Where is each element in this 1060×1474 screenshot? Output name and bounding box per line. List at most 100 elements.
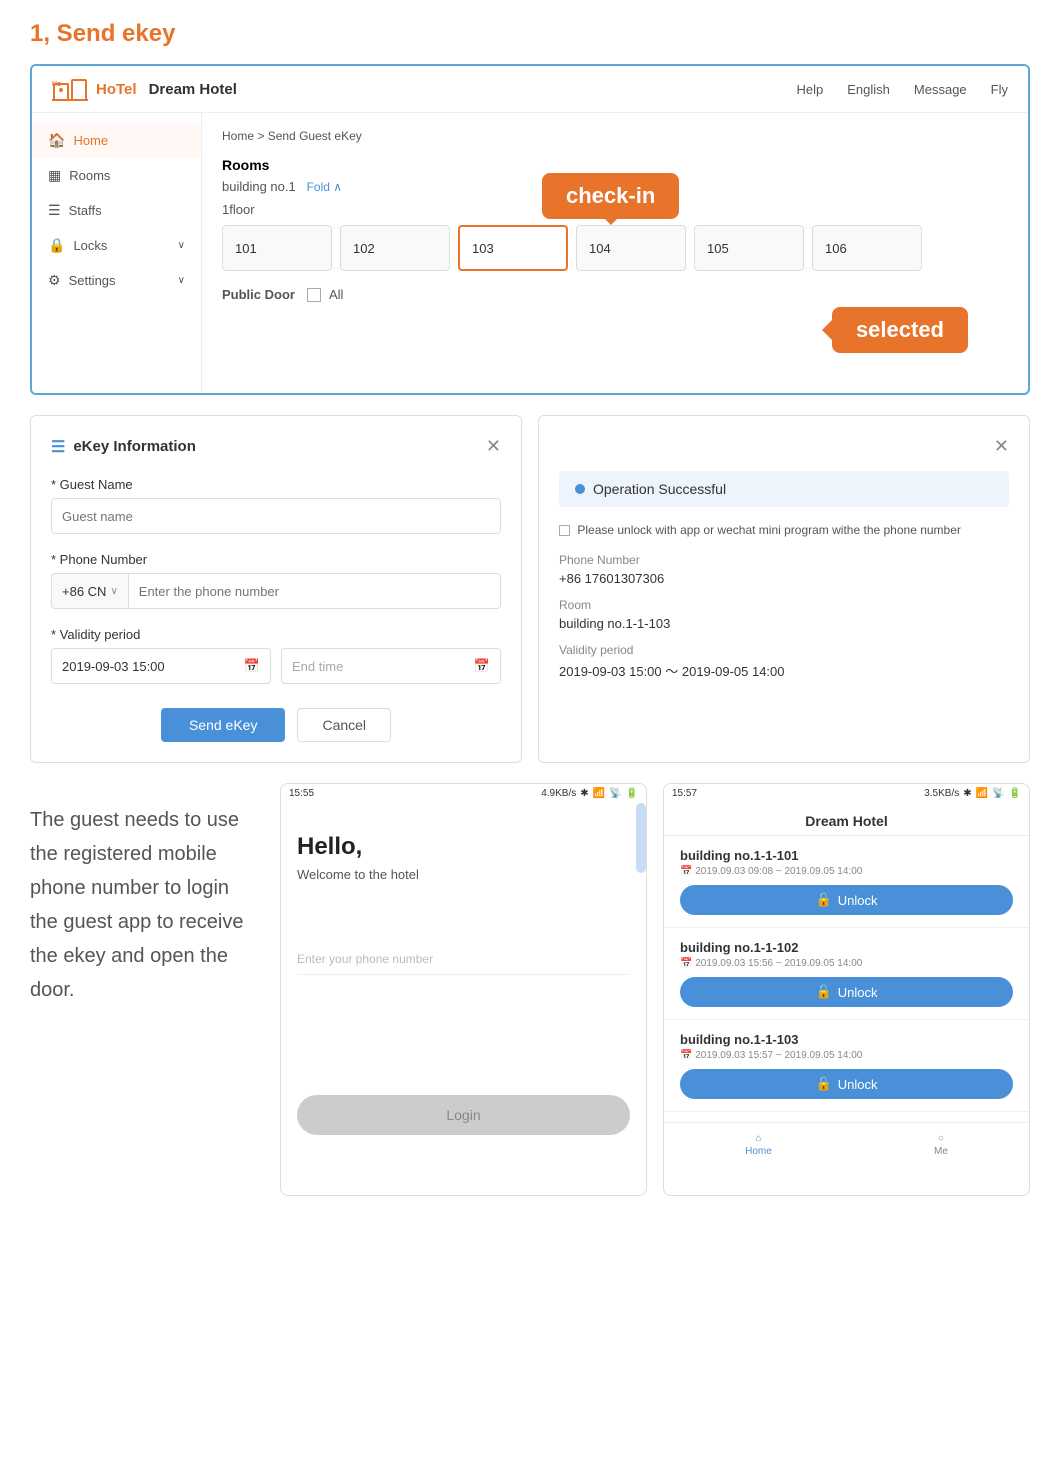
sidebar-item-home[interactable]: 🏠 Home	[32, 123, 201, 158]
public-door-row: Public Door All	[222, 287, 1008, 302]
sidebar-item-locks[interactable]: 🔒 Locks ∨	[32, 228, 201, 263]
hotel-header-nav: Help English Message Fly	[797, 82, 1008, 97]
bluetooth-icon: ✱	[580, 788, 588, 799]
hotel-status-bar: 15:57 3.5KB/s ✱ 📶 📡 🔋	[664, 784, 1029, 803]
staffs-icon: ☰	[48, 202, 61, 219]
sidebar-label-home: Home	[73, 133, 108, 148]
nav-message[interactable]: Message	[914, 82, 967, 97]
page-title: 1, Send ekey	[30, 20, 1030, 48]
end-date-input[interactable]: End time 📅	[281, 648, 501, 684]
hotel-name: Dream Hotel	[149, 81, 237, 98]
nav-fly[interactable]: Fly	[991, 82, 1008, 97]
success-validity-value: 2019-09-03 15:00 ～ 2019-09-05 14:00	[559, 661, 1009, 680]
hotel-status-time: 15:57	[672, 788, 697, 799]
ekey-panel: ☰ eKey Information ✕ * Guest Name * Phon…	[30, 415, 522, 763]
success-room-label: Room	[559, 598, 1009, 612]
success-room-field: Room building no.1-1-103	[559, 598, 1009, 631]
hotel-body: 🏠 Home ▦ Rooms ☰ Staffs 🔒 Locks ∨ ⚙ Sett…	[32, 113, 1028, 393]
wifi-icon: 📡	[609, 788, 621, 799]
room-cell-104[interactable]: 104	[576, 225, 686, 271]
svg-text:Ho: Ho	[52, 81, 61, 88]
login-screen-body: Hello, Welcome to the hotel Enter your p…	[281, 803, 646, 1195]
signal-icon: 📶	[593, 788, 605, 799]
login-status-bar: 15:55 4.9KB/s ✱ 📶 📡 🔋	[281, 784, 646, 803]
guest-name-input[interactable]	[51, 498, 501, 534]
decorative-bar	[636, 803, 646, 873]
sidebar-label-rooms: Rooms	[69, 168, 110, 183]
home-icon: 🏠	[48, 132, 65, 149]
phone-row: +86 CN ∨	[51, 573, 501, 609]
all-checkbox-label[interactable]: All	[307, 287, 343, 302]
sidebar-item-settings[interactable]: ⚙ Settings ∨	[32, 263, 201, 298]
sidebar-label-staffs: Staffs	[69, 203, 102, 218]
guest-name-label: * Guest Name	[51, 477, 501, 492]
ekey-panel-title: ☰ eKey Information	[51, 437, 196, 457]
mobile-screens: 15:55 4.9KB/s ✱ 📶 📡 🔋 Hello, Welcome to …	[280, 783, 1030, 1196]
nav-home-label: Home	[745, 1146, 772, 1157]
fold-link[interactable]: Fold ∧	[307, 180, 342, 194]
room-unlock-item-0: building no.1-1-101 📅 2019.09.03 09:08 ~…	[664, 836, 1029, 928]
unlock-button-0[interactable]: 🔓 Unlock	[680, 885, 1013, 915]
h-signal-icon: 📶	[976, 788, 988, 799]
phone-prefix-text: +86 CN	[62, 584, 106, 599]
room-name-0: building no.1-1-101	[680, 848, 1013, 863]
success-phone-value: +86 17601307306	[559, 571, 1009, 586]
calendar-icon-1: 📅	[680, 958, 692, 969]
rooms-icon: ▦	[48, 167, 61, 184]
calendar-icon-2: 📅	[680, 1050, 692, 1061]
nav-me-icon: ○	[938, 1133, 944, 1144]
nav-language[interactable]: English	[847, 82, 890, 97]
success-checkbox	[559, 525, 570, 536]
success-badge: Operation Successful	[559, 471, 1009, 507]
start-calendar-icon: 📅	[244, 658, 260, 674]
ekey-panel-header: ☰ eKey Information ✕	[51, 436, 501, 457]
unlock-button-1[interactable]: 🔓 Unlock	[680, 977, 1013, 1007]
mobile-phone-hint: Enter your phone number	[297, 952, 630, 975]
all-checkbox[interactable]	[307, 288, 321, 302]
mobile-login-button[interactable]: Login	[297, 1095, 630, 1135]
hotel-bottom-nav: ⌂ Home ○ Me	[664, 1122, 1029, 1167]
sidebar-label-locks: Locks	[73, 238, 107, 253]
lock-icon-1: 🔓	[816, 984, 832, 1000]
locks-icon: 🔒	[48, 237, 65, 254]
nav-home-item[interactable]: ⌂ Home	[745, 1133, 772, 1157]
room-date-1: 📅 2019.09.03 15:56 ~ 2019.09.05 14:00	[680, 958, 1013, 969]
nav-home-icon: ⌂	[755, 1133, 761, 1144]
breadcrumb: Home > Send Guest eKey	[222, 129, 1008, 143]
login-status-data: 4.9KB/s	[541, 788, 576, 799]
success-close-button[interactable]: ✕	[994, 436, 1009, 457]
sidebar-item-rooms[interactable]: ▦ Rooms	[32, 158, 201, 193]
nav-me-label: Me	[934, 1146, 948, 1157]
sidebar-item-staffs[interactable]: ☰ Staffs	[32, 193, 201, 228]
rooms-title: Rooms	[222, 157, 1008, 173]
phone-prefix[interactable]: +86 CN ∨	[51, 573, 128, 609]
unlock-button-2[interactable]: 🔓 Unlock	[680, 1069, 1013, 1099]
success-validity-label: Validity period	[559, 643, 1009, 657]
validity-row: 2019-09-03 15:00 📅 End time 📅	[51, 648, 501, 684]
locks-chevron-icon: ∨	[178, 240, 185, 251]
phone-input[interactable]	[128, 573, 501, 609]
public-door-label: Public Door	[222, 287, 295, 302]
room-cell-103[interactable]: 103	[458, 225, 568, 271]
hotel-logo: Ho HoTel Dream Hotel	[52, 76, 237, 102]
cancel-button[interactable]: Cancel	[297, 708, 391, 742]
hotel-main: Home > Send Guest eKey check-in Rooms bu…	[202, 113, 1028, 393]
breadcrumb-home[interactable]: Home	[222, 129, 254, 143]
breadcrumb-current: Send Guest eKey	[268, 129, 362, 143]
room-cell-102[interactable]: 102	[340, 225, 450, 271]
h-wifi-icon: 📡	[992, 788, 1004, 799]
start-date-input[interactable]: 2019-09-03 15:00 📅	[51, 648, 271, 684]
room-date-0: 📅 2019.09.03 09:08 ~ 2019.09.05 14:00	[680, 866, 1013, 877]
form-buttons: Send eKey Cancel	[51, 708, 501, 742]
nav-me-item[interactable]: ○ Me	[934, 1133, 948, 1157]
nav-help[interactable]: Help	[797, 82, 824, 97]
room-date-2: 📅 2019.09.03 15:57 ~ 2019.09.05 14:00	[680, 1050, 1013, 1061]
ekey-close-button[interactable]: ✕	[486, 436, 501, 457]
send-ekey-button[interactable]: Send eKey	[161, 708, 286, 742]
room-cell-106[interactable]: 106	[812, 225, 922, 271]
callout-selected: selected	[832, 307, 968, 353]
room-cell-101[interactable]: 101	[222, 225, 332, 271]
room-cell-105[interactable]: 105	[694, 225, 804, 271]
success-panel: ✕ Operation Successful Please unlock wit…	[538, 415, 1030, 763]
hotel-status-icons: 3.5KB/s ✱ 📶 📡 🔋	[924, 788, 1021, 799]
